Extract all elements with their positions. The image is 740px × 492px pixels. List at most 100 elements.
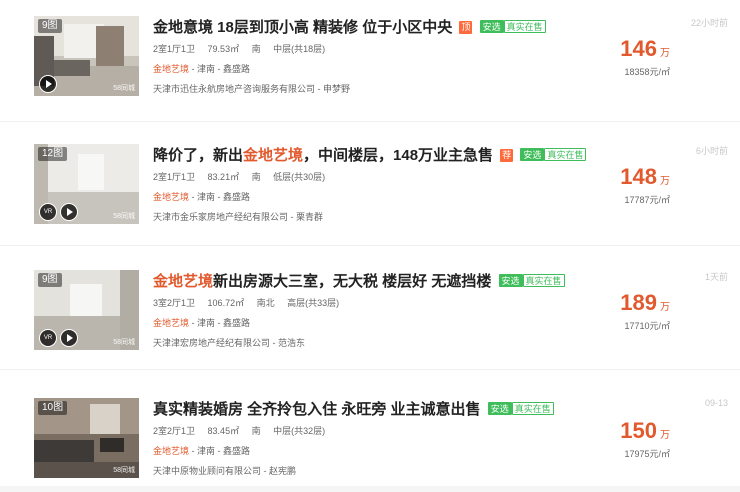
listing-item[interactable]: 12图 VR 58同城 降价了，新出金地艺境，中间楼层，148万业主急售 荐 安… [0,124,740,246]
community-link[interactable]: 金地艺境 [153,446,189,456]
district: 津南 [197,192,216,202]
bottom-divider [0,486,740,492]
listing-meta: 2室1厅1卫 83.21㎡ 南 低层(共30层) [153,170,335,183]
post-time: 22小时前 [690,18,728,28]
price-value: 146 [620,36,657,61]
agent-info: 天津中原物业顾问有限公司 - 赵宪鹏 [153,466,296,476]
play-icon[interactable] [60,329,78,347]
watermark: 58同城 [113,213,135,220]
orientation: 南 [251,44,261,54]
anxuan-badge: 安选 [479,20,504,33]
real-sale-badge: 真实在售 [503,20,546,33]
listing-title[interactable]: 金地艺境新出房源大三室，无大税 楼层好 无遮挡楼 安选 真实在售 [153,270,565,291]
title-text: ，中间楼层，148万业主急售 [303,147,494,164]
unit-price: 17787元/㎡ [624,195,670,205]
price-value: 189 [620,290,657,315]
road: 鑫盛路 [223,192,251,202]
community-link[interactable]: 金地艺境 [153,318,189,328]
road: 鑫盛路 [223,318,251,328]
play-icon[interactable] [60,203,78,221]
listing-item[interactable]: 9图 VR 58同城 金地艺境新出房源大三室，无大税 楼层好 无遮挡楼 安选 真实… [0,248,740,370]
anxuan-badge: 安选 [520,148,545,161]
floor: 低层(共30层) [273,172,326,182]
floor: 中层(共32层) [273,426,326,436]
district: 津南 [197,446,216,456]
photo-count: 10图 [38,401,68,415]
listing-item[interactable]: 10图 58同城 真实精装婚房 全齐拎包入住 永旺旁 业主诚意出售 安选 真实在售… [0,376,740,492]
watermark: 58同城 [113,85,135,92]
listing-photo[interactable]: 9图 58同城 [34,16,139,96]
play-icon[interactable] [39,75,57,93]
road: 鑫盛路 [223,446,251,456]
price-unit: 万 [660,48,670,59]
price-unit: 万 [660,176,670,187]
vr-icon[interactable]: VR [39,203,57,221]
photo-count: 9图 [38,273,62,287]
listing-location: 金地艺境 - 津南 - 鑫盛路 [153,318,251,328]
title-text: 降价了，新出 [153,147,244,164]
road: 鑫盛路 [223,64,251,74]
post-time: 1天前 [704,272,728,282]
floor: 中层(共18层) [273,44,326,54]
unit-price: 17975元/㎡ [624,449,670,459]
orientation: 南北 [256,298,275,308]
listing-meta: 2室1厅1卫 79.53㎡ 南 中层(共18层) [153,42,335,55]
real-sale-badge: 真实在售 [522,274,565,287]
listing-list: 9图 58同城 金地意境 18层到顶小高 精装修 位于小区中央 顶 安选 真实在售… [0,0,740,492]
price-unit: 万 [660,430,670,441]
listing-meta: 2室2厅1卫 83.45㎡ 南 中层(共32层) [153,424,335,437]
orientation: 南 [251,172,261,182]
listing-title[interactable]: 金地意境 18层到顶小高 精装修 位于小区中央 顶 安选 真实在售 [153,16,546,37]
room-layout: 2室2厅1卫 [153,426,196,436]
listing-location: 金地艺境 - 津南 - 鑫盛路 [153,446,251,456]
orientation: 南 [251,426,261,436]
listing-photo[interactable]: 10图 58同城 [34,398,139,478]
post-time: 6小时前 [695,146,728,156]
room-layout: 2室1厅1卫 [153,172,196,182]
agent-info: 天津市金乐家房地产经纪有限公司 - 栗青群 [153,212,323,222]
total-price: 189 万 [620,290,670,316]
floor: 高层(共33层) [287,298,340,308]
community-link[interactable]: 金地艺境 [153,192,189,202]
title-text: 金地意境 18层到顶小高 精装修 位于小区中央 [153,19,453,36]
district: 津南 [197,64,216,74]
total-price: 150 万 [620,418,670,444]
real-sale-badge: 真实在售 [544,148,587,161]
title-highlight: 金地艺境 [243,147,304,164]
area: 83.45㎡ [207,426,240,436]
title-highlight: 金地艺境 [153,273,214,290]
anxuan-badge: 安选 [487,402,512,415]
listing-location: 金地艺境 - 津南 - 鑫盛路 [153,192,251,202]
unit-price: 17710元/㎡ [624,321,670,331]
listing-photo[interactable]: 9图 VR 58同城 [34,270,139,350]
area: 106.72㎡ [207,298,245,308]
listing-title[interactable]: 降价了，新出金地艺境，中间楼层，148万业主急售 荐 安选 真实在售 [153,144,587,165]
room-layout: 2室1厅1卫 [153,44,196,54]
real-sale-badge: 真实在售 [511,402,554,415]
agent-info: 天津津宏房地产经纪有限公司 - 范浩东 [153,338,305,348]
watermark: 58同城 [113,339,135,346]
total-price: 148 万 [620,164,670,190]
listing-photo[interactable]: 12图 VR 58同城 [34,144,139,224]
price-value: 150 [620,418,657,443]
room-layout: 3室2厅1卫 [153,298,196,308]
top-badge: 顶 [459,21,473,34]
title-text: 新出房源大三室，无大税 楼层好 无遮挡楼 [213,273,492,290]
district: 津南 [197,318,216,328]
listing-item[interactable]: 9图 58同城 金地意境 18层到顶小高 精装修 位于小区中央 顶 安选 真实在售… [0,0,740,122]
recommend-badge: 荐 [500,149,514,162]
community-link[interactable]: 金地艺境 [153,64,189,74]
unit-price: 18358元/㎡ [624,67,670,77]
anxuan-badge: 安选 [498,274,523,287]
area: 79.53㎡ [207,44,240,54]
price-unit: 万 [660,302,670,313]
post-time: 09-13 [704,398,728,408]
listing-location: 金地艺境 - 津南 - 鑫盛路 [153,64,251,74]
photo-count: 9图 [38,19,62,33]
price-value: 148 [620,164,657,189]
title-text: 真实精装婚房 全齐拎包入住 永旺旁 业主诚意出售 [153,401,481,418]
listing-title[interactable]: 真实精装婚房 全齐拎包入住 永旺旁 业主诚意出售 安选 真实在售 [153,398,554,419]
vr-icon[interactable]: VR [39,329,57,347]
agent-info: 天津市迅住永航房地产咨询服务有限公司 - 申梦野 [153,84,350,94]
photo-count: 12图 [38,147,68,161]
